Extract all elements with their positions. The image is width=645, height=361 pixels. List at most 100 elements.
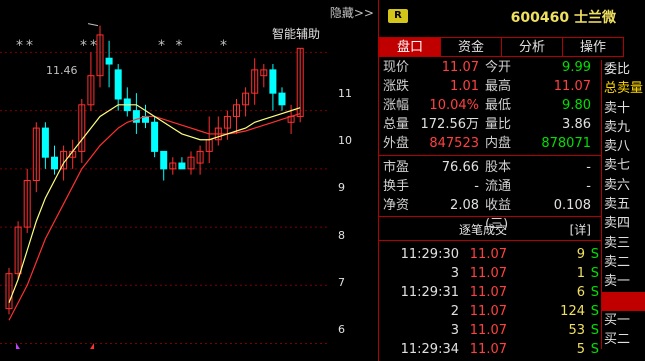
trade-row: 2 11.07 124 S (379, 302, 601, 321)
candle-body (51, 156, 58, 170)
y-tick-label: 8 (338, 229, 345, 242)
side-item[interactable]: 卖四 (602, 214, 645, 233)
quote-value: 9.80 (562, 98, 591, 113)
trade-volume: 53 (568, 323, 585, 338)
y-tick-label: 7 (338, 276, 345, 289)
fund-label: 净资 (383, 198, 410, 213)
trade-time: 3 (450, 266, 459, 281)
quote-row: 总量 172.56万 量比 3.86 (379, 115, 601, 134)
side-item[interactable]: 买二 (602, 330, 645, 349)
trade-time: 2 (450, 304, 459, 319)
tab-funds[interactable]: 资金 (441, 37, 502, 57)
side-item-selected[interactable] (602, 291, 645, 311)
trades-list: 11:29:30 11.07 9 S 3 11.07 1 S 11:29:31 11.07 6 S 2 1… (379, 245, 601, 359)
quote-row: 现价 11.07 今开 9.99 (379, 58, 601, 77)
stock-code: 600460 (510, 10, 570, 26)
side-item[interactable]: 总卖量 (602, 79, 645, 98)
candle-body (178, 162, 186, 170)
trades-header: 逐笔成交 [详] (379, 218, 601, 238)
tab-operation[interactable]: 操作 (563, 37, 624, 57)
side-item[interactable]: 委比 (602, 60, 645, 79)
trade-volume: 6 (576, 285, 585, 300)
orderbook-side-list: 委比 总卖量 卖十 卖九 卖八 卖七 卖六 卖五 卖四 卖三 卖二 卖一买一 买二 (601, 60, 645, 350)
trade-side: S (590, 247, 599, 262)
quote-value: 3.86 (562, 117, 591, 132)
fund-value: 2.08 (450, 198, 479, 213)
divider (379, 240, 601, 241)
divider (379, 216, 601, 217)
fund-value: - (586, 160, 591, 175)
fund-value: - (474, 179, 479, 194)
quote-label: 最低 (485, 98, 512, 113)
fund-label: 收益(三) (485, 198, 512, 232)
y-tick-label: 9 (338, 181, 345, 194)
trade-side: S (590, 342, 599, 357)
trade-volume: 5 (576, 342, 585, 357)
quote-panel: R 600460 士兰微 盘口 资金 分析 操作 现价 11.07 今开 9.99 涨跌… (378, 0, 645, 361)
trades-detail-button[interactable]: [详] (570, 221, 591, 238)
fundamentals-table: 市盈 76.66 股本 - 换手 - 流通 - 净资 2.08 收益(三) 0.108 (379, 158, 601, 232)
trade-volume: 9 (576, 247, 585, 262)
trade-time: 11:29:31 (400, 285, 459, 300)
side-item[interactable]: 卖九 (602, 118, 645, 137)
fund-value: - (586, 179, 591, 194)
quote-label: 总量 (383, 117, 410, 132)
candle-body (269, 69, 277, 94)
kline-chart[interactable]: 隐藏>> 智能辅助 ** ** * * * 11.46 11 10 9 8 7 … (0, 0, 378, 361)
signal-star: ** (80, 38, 100, 54)
side-item[interactable]: 卖八 (602, 137, 645, 156)
smart-assist-label[interactable]: 智能辅助 (272, 25, 320, 42)
trade-side: S (590, 304, 599, 319)
trade-price: 11.07 (469, 247, 507, 262)
quote-value: 10.04% (429, 98, 479, 113)
side-item[interactable]: 买一 (602, 311, 645, 330)
side-item[interactable]: 卖一 (602, 272, 645, 291)
tab-analysis[interactable]: 分析 (502, 37, 563, 57)
panel-tabs: 盘口 资金 分析 操作 (379, 37, 624, 57)
quote-label: 涨跌 (383, 79, 410, 94)
quote-row: 外盘 847523 内盘 878071 (379, 134, 601, 153)
tab-orderbook[interactable]: 盘口 (379, 37, 441, 57)
trade-volume: 1 (576, 266, 585, 281)
panel-header: R 600460 士兰微 (379, 0, 645, 30)
fund-label: 市盈 (383, 160, 410, 175)
quote-label: 内盘 (485, 136, 512, 151)
trade-price: 11.07 (469, 323, 507, 338)
fundamental-row: 市盈 76.66 股本 - (379, 158, 601, 177)
rzrq-badge: R (388, 9, 408, 23)
y-tick-label: 10 (338, 134, 352, 147)
kline-svg (0, 23, 330, 349)
trade-row: 11:29:34 11.07 5 S (379, 340, 601, 359)
side-item[interactable]: 卖五 (602, 195, 645, 214)
stock-title: 600460 士兰微 (511, 7, 616, 27)
fundamental-row: 净资 2.08 收益(三) 0.108 (379, 196, 601, 232)
candle-body (41, 127, 49, 158)
side-item[interactable]: 卖三 (602, 234, 645, 253)
candle-body (160, 150, 168, 170)
quote-value: 11.07 (553, 79, 591, 94)
trade-time: 11:29:34 (400, 342, 459, 357)
side-item[interactable]: 卖七 (602, 156, 645, 175)
candle-body (114, 69, 122, 100)
side-item[interactable]: 卖二 (602, 253, 645, 272)
y-tick-label: 11 (338, 87, 352, 100)
quote-value: 11.07 (441, 60, 479, 75)
quote-value: 847523 (429, 136, 479, 151)
y-tick-label: 6 (338, 323, 345, 336)
quote-label: 现价 (383, 60, 410, 75)
high-price-label: 11.46 (46, 64, 78, 77)
trade-volume: 124 (560, 304, 585, 319)
trade-side: S (590, 285, 599, 300)
divider (379, 155, 601, 156)
quote-row: 涨跌 1.01 最高 11.07 (379, 77, 601, 96)
side-item[interactable]: 卖六 (602, 176, 645, 195)
trade-side: S (590, 266, 599, 281)
side-item[interactable]: 卖十 (602, 99, 645, 118)
trade-row: 3 11.07 1 S (379, 264, 601, 283)
quote-value: 9.99 (562, 60, 591, 75)
fundamental-row: 换手 - 流通 - (379, 177, 601, 196)
trade-price: 11.07 (469, 266, 507, 281)
fund-label: 换手 (383, 179, 410, 194)
hide-panel-button[interactable]: 隐藏>> (330, 4, 374, 21)
trade-row: 3 11.07 53 S (379, 321, 601, 340)
